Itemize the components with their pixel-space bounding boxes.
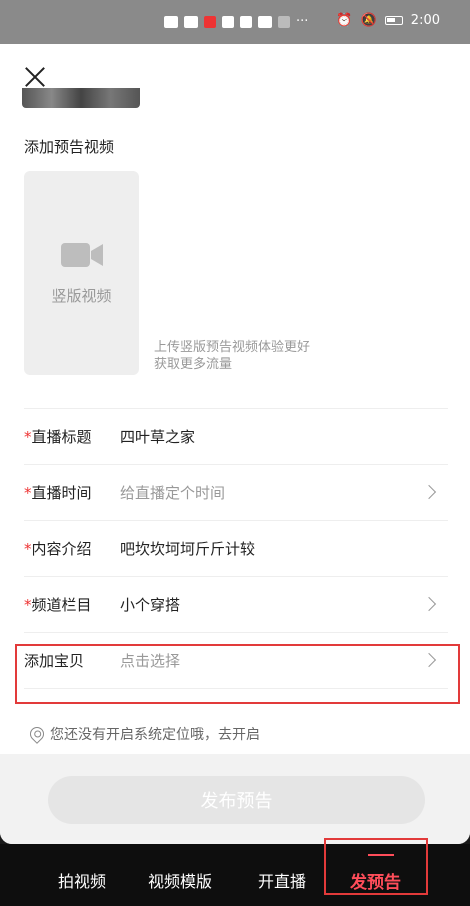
app-icon <box>204 15 216 28</box>
row-label: 添加宝贝 <box>24 652 85 670</box>
close-icon[interactable] <box>22 64 48 90</box>
upload-hint: 上传竖版预告视频体验更好 获取更多流量 <box>154 339 310 373</box>
mute-icon: 🔕 <box>360 13 377 28</box>
section-title: 添加预告视频 <box>24 138 115 156</box>
row-label: *频道栏目 <box>24 596 92 614</box>
app-icon <box>258 15 272 28</box>
status-time: 2:00 <box>410 13 440 28</box>
tab-shoot-video[interactable]: 拍视频 <box>58 868 106 892</box>
status-more: ··· <box>296 14 309 29</box>
app-icon <box>240 15 252 28</box>
active-tab-indicator <box>368 854 394 856</box>
wifi-icon <box>278 15 290 28</box>
required-mark: * <box>24 428 32 446</box>
tab-video-template[interactable]: 视频模版 <box>148 868 212 892</box>
upload-hint-line: 获取更多流量 <box>154 357 233 372</box>
upload-hint-line: 上传竖版预告视频体验更好 <box>154 340 311 355</box>
row-value[interactable]: 点击选择 <box>120 650 180 671</box>
location-hint[interactable]: 您还没有开启系统定位哦，去开启 <box>27 724 260 744</box>
row-live-title[interactable]: *直播标题 四叶草之家 <box>24 408 448 464</box>
cover-thumbnail[interactable] <box>22 88 140 108</box>
chevron-right-icon <box>421 652 437 668</box>
video-box-label: 竖版视频 <box>51 287 112 305</box>
divider <box>24 688 448 689</box>
video-camera-icon <box>61 243 103 267</box>
row-label: *直播时间 <box>24 484 92 502</box>
row-value[interactable]: 给直播定个时间 <box>120 482 225 503</box>
row-label: *直播标题 <box>24 428 92 446</box>
required-mark: * <box>24 484 32 502</box>
preview-sheet: 添加预告视频 竖版视频 上传竖版预告视频体验更好 获取更多流量 *直播标题 四叶… <box>0 44 470 844</box>
required-mark: * <box>24 596 32 614</box>
row-content-intro[interactable]: *内容介绍 吧坎坎坷坷斤斤计较 <box>24 520 448 576</box>
status-right-icons: ⏰ 🔕 2:00 <box>336 13 440 28</box>
location-pin-icon <box>27 724 47 744</box>
hd-icon <box>164 15 178 28</box>
row-value[interactable]: 吧坎坎坷坷斤斤计较 <box>120 538 255 559</box>
chevron-right-icon <box>421 484 437 500</box>
row-live-time[interactable]: *直播时间 给直播定个时间 <box>24 464 448 520</box>
battery-icon <box>384 16 403 25</box>
row-label: *内容介绍 <box>24 540 92 558</box>
required-mark: * <box>24 540 32 558</box>
status-left-icons: ··· <box>164 14 308 29</box>
chevron-right-icon <box>421 596 437 612</box>
tab-publish-preview[interactable]: 发预告 <box>350 868 401 893</box>
row-add-product[interactable]: 添加宝贝 点击选择 <box>24 632 448 688</box>
alarm-icon: ⏰ <box>336 13 353 28</box>
tab-go-live[interactable]: 开直播 <box>258 868 306 892</box>
publish-preview-button[interactable]: 发布预告 <box>48 776 425 824</box>
bottom-tab-bar: 拍视频 视频模版 开直播 发预告 <box>0 844 470 906</box>
vertical-video-upload[interactable]: 竖版视频 <box>24 171 139 375</box>
row-channel-column[interactable]: *频道栏目 小个穿搭 <box>24 576 448 632</box>
row-value[interactable]: 四叶草之家 <box>120 426 195 447</box>
wechat-icon <box>222 15 234 28</box>
location-hint-text: 您还没有开启系统定位哦，去开启 <box>50 727 260 743</box>
row-value[interactable]: 小个穿搭 <box>120 594 180 615</box>
status-bar: ··· ⏰ 🔕 2:00 <box>0 0 470 44</box>
signal-icon <box>184 15 198 28</box>
